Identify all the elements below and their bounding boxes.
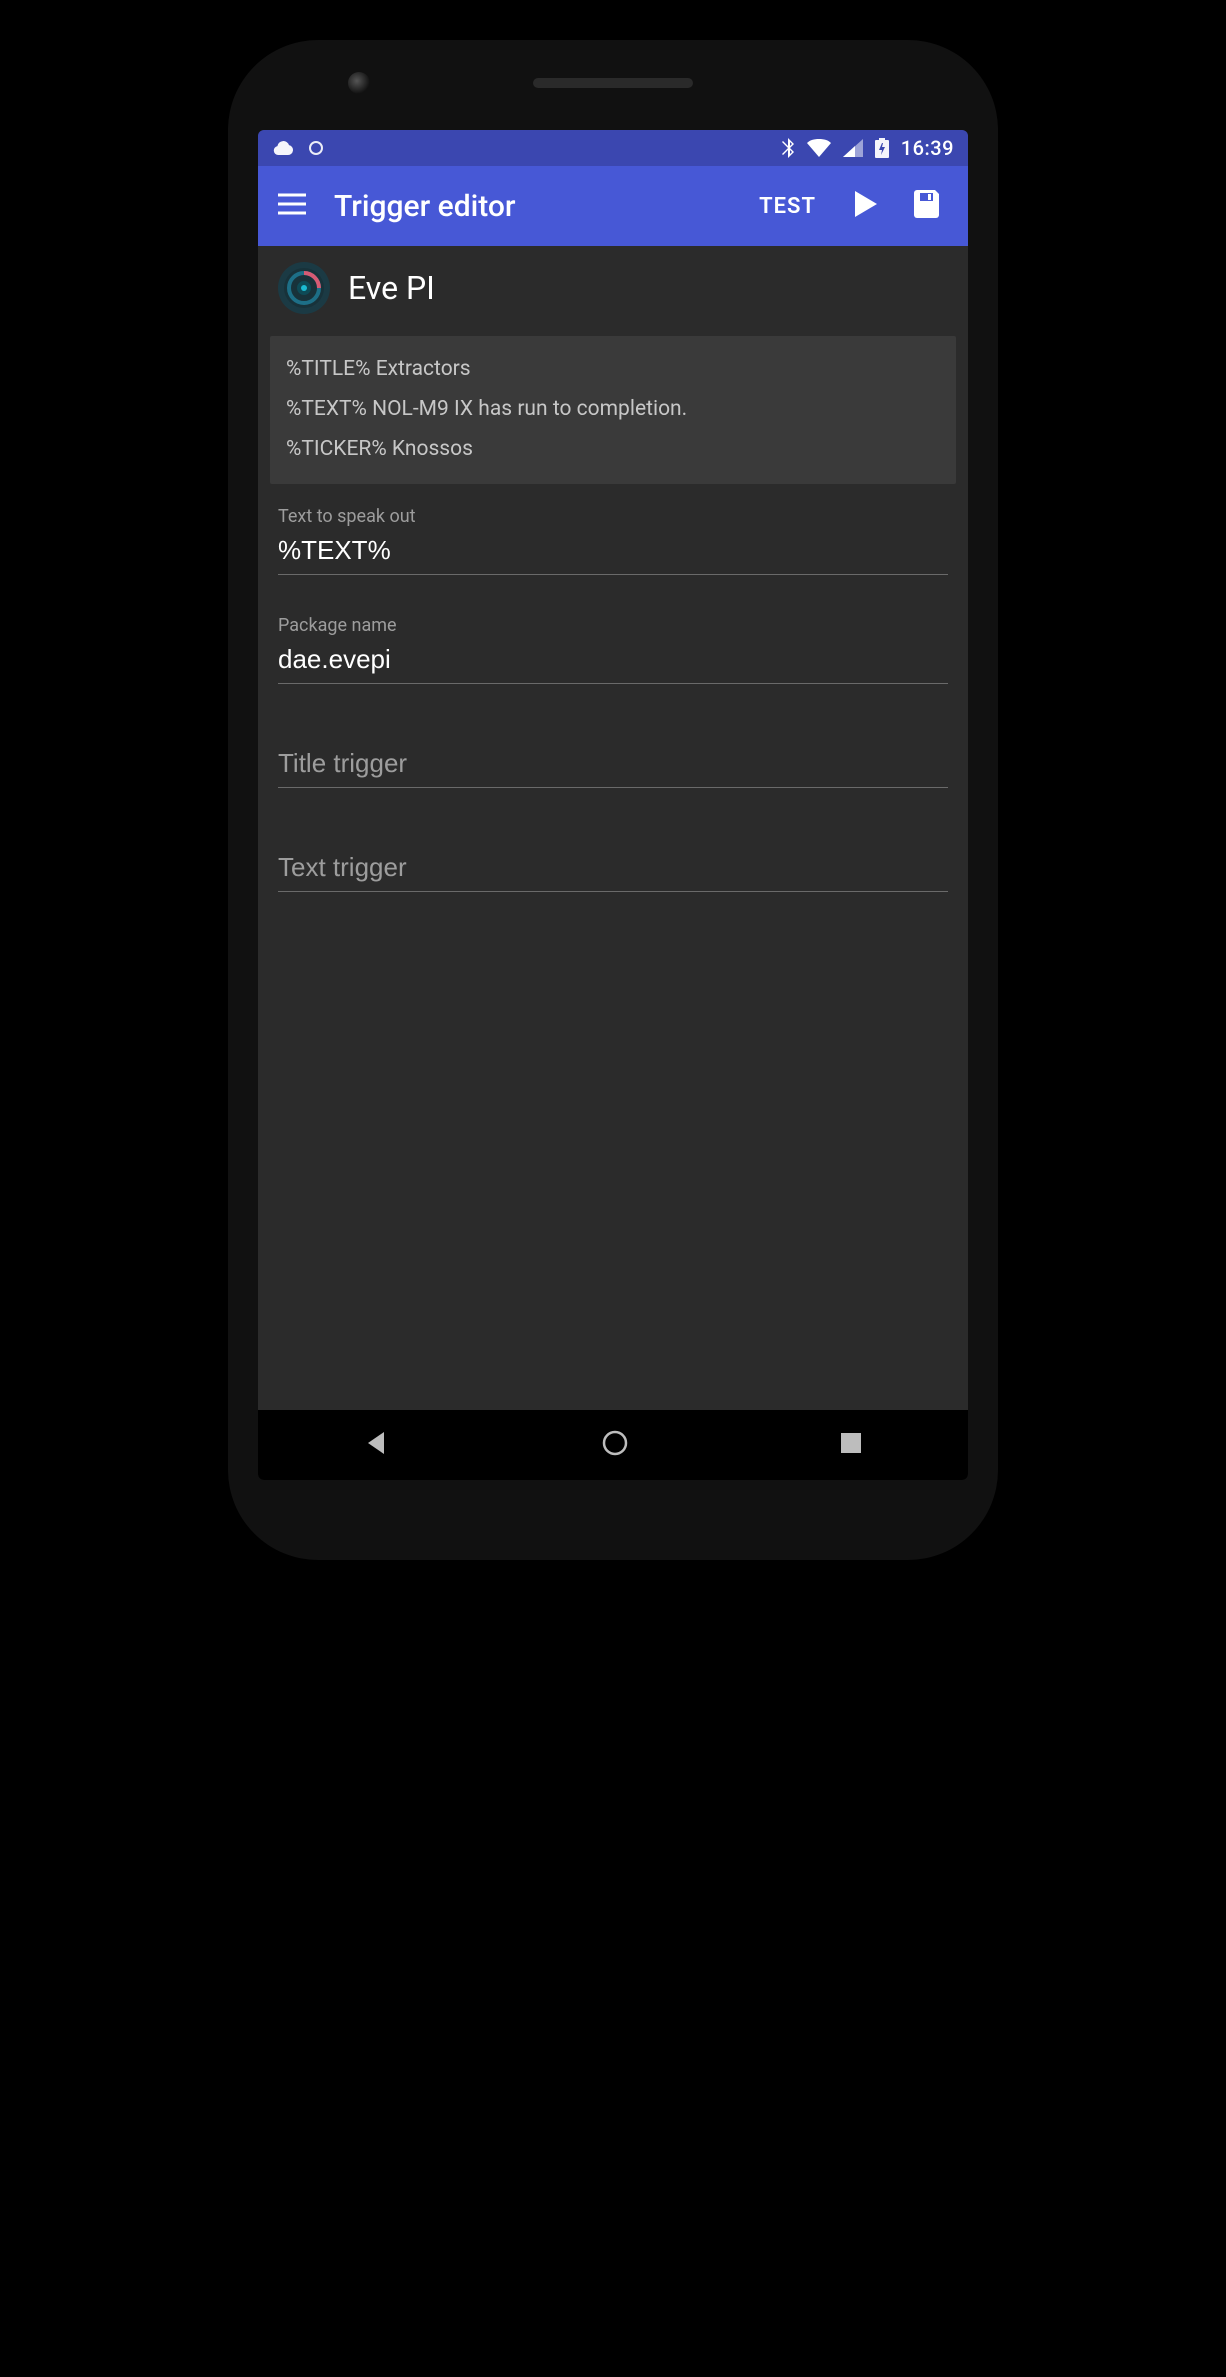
nav-back-button[interactable]	[364, 1430, 390, 1460]
preview-text-line: %TEXT% NOL-M9 IX has run to completion.	[286, 390, 940, 430]
nav-recent-button[interactable]	[840, 1432, 862, 1458]
wifi-icon	[807, 139, 831, 157]
screen: 16:39 Trigger editor TEST	[258, 130, 968, 1480]
recent-square-icon	[840, 1432, 862, 1458]
cloud-icon	[272, 141, 294, 155]
menu-button[interactable]	[268, 182, 316, 230]
text-to-speak-field: Text to speak out	[258, 496, 968, 575]
content-area: Eve PI %TITLE% Extractors %TEXT% NOL-M9 …	[258, 246, 968, 1410]
cell-signal-icon	[843, 139, 863, 157]
test-button[interactable]: TEST	[749, 186, 826, 227]
play-icon	[855, 191, 877, 221]
phone-frame: 16:39 Trigger editor TEST	[228, 40, 998, 1560]
appbar: Trigger editor TEST	[258, 166, 968, 246]
text-to-speak-input[interactable]	[278, 535, 948, 566]
android-navbar	[258, 1410, 968, 1480]
app-name: Eve PI	[348, 269, 435, 307]
statusbar: 16:39	[258, 130, 968, 166]
package-name-input[interactable]	[278, 644, 948, 675]
appbar-title: Trigger editor	[334, 189, 731, 224]
text-trigger-field	[258, 838, 968, 892]
preview-ticker-line: %TICKER% Knossos	[286, 430, 940, 470]
play-button[interactable]	[844, 184, 888, 228]
title-trigger-input[interactable]	[278, 748, 948, 779]
title-trigger-field	[258, 734, 968, 788]
save-icon	[914, 190, 942, 222]
loading-circle-icon	[308, 140, 324, 156]
text-trigger-input[interactable]	[278, 852, 948, 883]
preview-title-line: %TITLE% Extractors	[286, 350, 940, 390]
package-name-field: Package name	[258, 605, 968, 684]
notification-preview-card[interactable]: %TITLE% Extractors %TEXT% NOL-M9 IX has …	[270, 336, 956, 484]
app-icon	[278, 262, 330, 314]
package-name-label: Package name	[278, 615, 948, 636]
nav-home-button[interactable]	[601, 1429, 629, 1461]
text-to-speak-label: Text to speak out	[278, 506, 948, 527]
save-button[interactable]	[906, 184, 950, 228]
bluetooth-icon	[781, 138, 795, 158]
back-triangle-icon	[364, 1430, 390, 1460]
hamburger-icon	[278, 193, 306, 219]
app-header-row[interactable]: Eve PI	[258, 246, 968, 330]
status-clock: 16:39	[901, 136, 954, 160]
home-circle-icon	[601, 1429, 629, 1461]
battery-icon	[875, 138, 889, 158]
